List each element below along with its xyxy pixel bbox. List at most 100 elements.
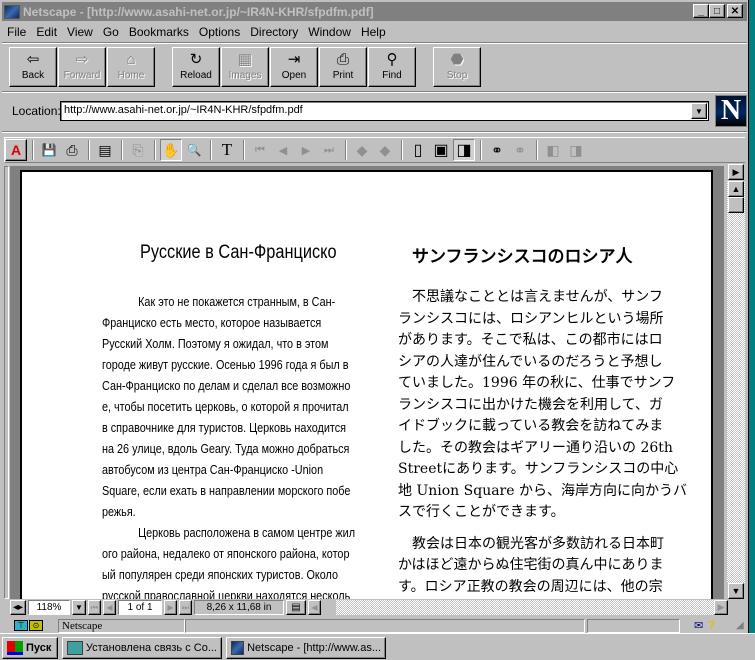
zoom-dropdown-button[interactable]: ▼ (72, 600, 86, 615)
stop-button[interactable]: ⬣ Stop (433, 47, 481, 87)
horizontal-scrollbar[interactable] (336, 600, 714, 615)
menu-view[interactable]: View (62, 25, 98, 39)
previous-document-icon[interactable]: ◧ (542, 139, 564, 161)
separator (154, 140, 156, 160)
separator (345, 140, 347, 160)
scroll-up-button[interactable]: ▲ (728, 181, 744, 197)
separator (401, 140, 403, 160)
scroll-left-button[interactable]: ◀ (308, 600, 321, 615)
first-page-button[interactable]: ⏮ (88, 600, 101, 615)
text-line: Церковь расположена в самом центре жил (102, 526, 356, 540)
help-icon[interactable]: ? (708, 618, 715, 632)
netscape-app-icon[interactable] (4, 4, 20, 19)
separator (536, 140, 538, 160)
text-line: режья. (102, 505, 136, 519)
resize-pane-icon[interactable]: ◂▸ (10, 600, 26, 615)
vertical-scroll-thumb[interactable] (728, 197, 744, 213)
status-text: Netscape (58, 619, 185, 633)
images-button[interactable]: ▦ Images (221, 47, 269, 87)
menu-options[interactable]: Options (194, 25, 245, 39)
minimize-button[interactable]: _ (693, 4, 709, 18)
location-dropdown-button[interactable]: ▼ (691, 103, 707, 119)
next-document-icon[interactable]: ◨ (565, 139, 587, 161)
last-page-icon[interactable]: ⏭ (318, 139, 340, 161)
find-binoculars-icon[interactable]: ⚭ (486, 139, 508, 161)
status-bar: ⊤ ⊙ Netscape ✉ ? ◢ (0, 618, 749, 633)
text-select-icon[interactable]: T (216, 139, 238, 161)
open-label: Open (281, 70, 307, 81)
last-page-button[interactable]: ⏭ (179, 600, 192, 615)
go-back-icon[interactable]: ◆ (351, 139, 373, 161)
find-label: Find (382, 70, 402, 81)
print-button[interactable]: ⎙ Print (319, 47, 367, 87)
desktop-background (749, 0, 755, 633)
connection-icon: ⊙ (29, 620, 43, 631)
security-lock-icon[interactable]: ⊤ ⊙ (14, 620, 44, 632)
menu-go[interactable]: Go (98, 25, 124, 39)
acrobat-logo-icon[interactable]: A (5, 139, 27, 161)
prev-page-icon[interactable]: ◀ (272, 139, 294, 161)
next-page-icon[interactable]: ▶ (295, 139, 317, 161)
fit-page-icon[interactable]: ▣ (430, 139, 452, 161)
menu-help[interactable]: Help (356, 25, 391, 39)
save-icon[interactable]: 💾 (38, 139, 60, 161)
separator (243, 140, 245, 160)
home-icon: ⌂ (126, 51, 136, 68)
go-forward-icon[interactable]: ◆ (374, 139, 396, 161)
text-line: があります。そこで私は、この都市にはロ (398, 332, 663, 348)
zoom-level-field[interactable]: 118% (28, 600, 70, 615)
zoom-tool-icon[interactable]: 🔍 (183, 139, 205, 161)
vertical-scrollbar[interactable] (727, 181, 745, 583)
japanese-body: 不思議なこととは言えませんが、サンフ ランシスコには、ロシアンヒルという場所 が… (398, 287, 688, 598)
print-icon[interactable]: ⎙ (61, 139, 83, 161)
menu-directory[interactable]: Directory (245, 25, 303, 39)
page-number-field[interactable]: 1 of 1 (118, 600, 162, 615)
hand-tool-icon[interactable]: ✋ (160, 139, 182, 161)
separator (210, 140, 212, 160)
separator (480, 140, 482, 160)
find-button[interactable]: ⚲ Find (368, 47, 416, 87)
menu-bookmarks[interactable]: Bookmarks (124, 25, 194, 39)
text-line: 不思議なこととは言えませんが、サンフ (398, 289, 663, 305)
taskbar-item-netscape[interactable]: Netscape - [http://www.as... (226, 637, 386, 659)
open-button[interactable]: ⇥ Open (270, 47, 318, 87)
back-button[interactable]: ⇦ Back (9, 47, 57, 87)
taskbar-item-dialup[interactable]: Установлена связь с Co... (62, 637, 222, 659)
resize-grip-icon[interactable]: ◢ (736, 620, 744, 631)
start-button[interactable]: Пуск (2, 637, 58, 659)
forward-button[interactable]: ⇨ Forward (58, 47, 106, 87)
mail-icon[interactable]: ✉ (694, 619, 703, 632)
location-input[interactable]: http://www.asahi-net.or.jp/~IR4N-KHR/sfp… (60, 101, 709, 121)
menu-file[interactable]: File (2, 25, 31, 39)
scroll-right-button[interactable]: ▶ (714, 600, 728, 615)
netscape-logo[interactable]: N (715, 95, 747, 127)
triangle-up-icon: ▲ (731, 184, 741, 194)
maximize-button[interactable]: □ (709, 4, 725, 18)
bookmarks-pane-splitter[interactable] (4, 166, 9, 599)
text-line: 地 Union Square から、海岸方向に向かうバ (398, 482, 687, 499)
separator (88, 140, 90, 160)
actual-size-icon[interactable]: ▯ (407, 139, 429, 161)
close-button[interactable]: ✕ (727, 4, 743, 18)
next-page-button[interactable]: ▶ (164, 600, 177, 615)
reload-button[interactable]: ↻ Reload (172, 47, 220, 87)
split-right-button[interactable]: ▶ (728, 164, 744, 180)
page-layout-menu-icon[interactable]: ▤ (286, 600, 306, 615)
pdf-toolbar: A 💾 ⎙ ▤ ⎘ ✋ 🔍 T ⏮ ◀ ▶ ⏭ ◆ ◆ ▯ ▣ ◨ ⚭ ⚭ ◧ … (4, 137, 745, 163)
copy-icon[interactable]: ⎘ (127, 139, 149, 161)
text-line: Русский Холм. Поэтому я ожидал, что в эт… (102, 337, 329, 351)
windows-logo-icon (7, 641, 23, 655)
prev-page-button[interactable]: ◀ (103, 600, 116, 615)
pdf-page: Русские в Сан-Франциско サンフランシスコのロシア人 Ка… (20, 170, 713, 599)
menu-edit[interactable]: Edit (31, 25, 62, 39)
first-page-icon[interactable]: ⏮ (249, 139, 271, 161)
find-again-icon[interactable]: ⚭ (509, 139, 531, 161)
menu-window[interactable]: Window (303, 25, 356, 39)
text-line: в справочнике для туристов. Церковь нахо… (102, 421, 347, 435)
scroll-down-button[interactable]: ▼ (728, 583, 744, 599)
home-button[interactable]: ⌂ Home (107, 47, 155, 87)
fit-width-icon[interactable]: ◨ (453, 139, 475, 161)
text-line: русской православной церкви находятся не… (102, 589, 351, 599)
thumbnails-icon[interactable]: ▤ (94, 139, 116, 161)
reload-label: Reload (180, 70, 212, 81)
